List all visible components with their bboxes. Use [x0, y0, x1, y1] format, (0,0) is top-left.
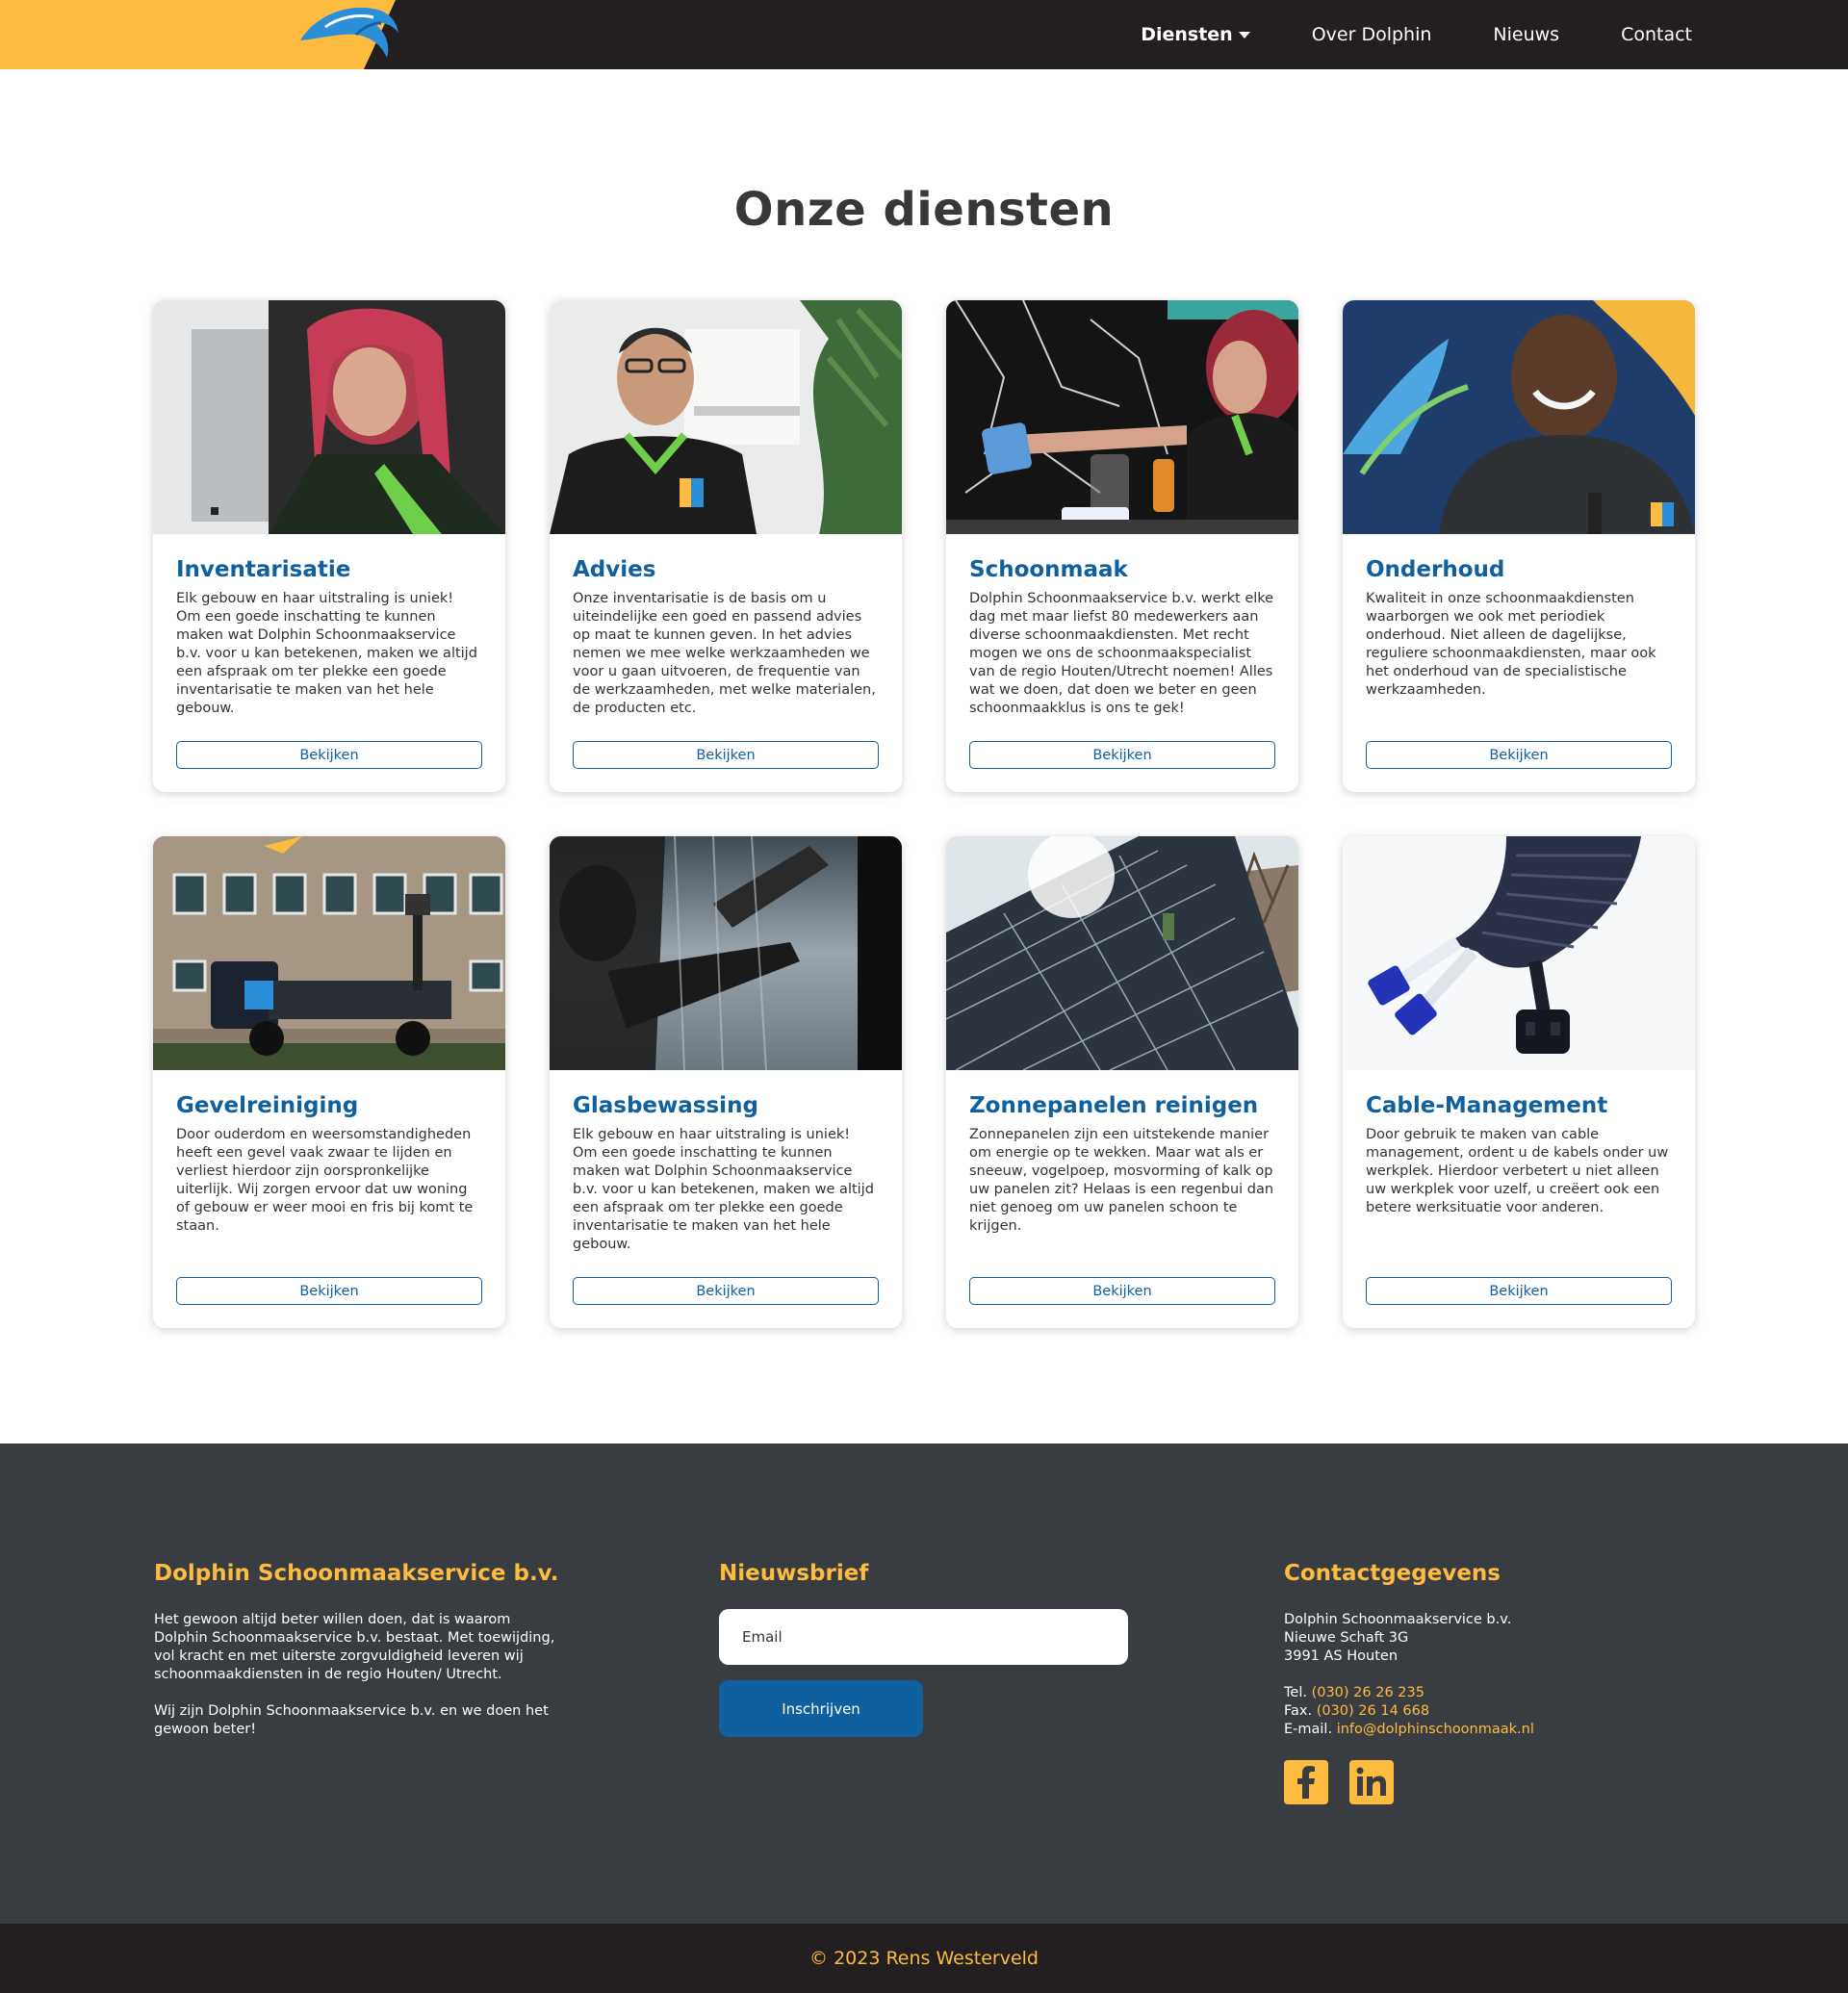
nav-item-over-dolphin[interactable]: Over Dolphin	[1281, 24, 1463, 45]
card-title: Advies	[573, 557, 656, 582]
contact-street: Nieuwe Schaft 3G	[1284, 1630, 1409, 1646]
card-title: Zonnepanelen reinigen	[969, 1093, 1259, 1118]
card-text: Elk gebouw en haar uitstraling is uniek!…	[573, 1127, 874, 1252]
social-links	[1284, 1760, 1669, 1804]
contact-title: Contactgegevens	[1284, 1561, 1501, 1586]
card-title: Glasbewassing	[573, 1093, 758, 1118]
nav-item-diensten[interactable]: Diensten	[1110, 24, 1281, 45]
email-label: E-mail.	[1284, 1722, 1333, 1737]
card-image-glasbewassing	[550, 836, 902, 1070]
footer-about: Dolphin Schoonmaakservice b.v. Het gewoo…	[154, 1561, 568, 1739]
nav-item-nieuws[interactable]: Nieuws	[1462, 24, 1590, 45]
footer: Dolphin Schoonmaakservice b.v. Het gewoo…	[0, 1444, 1848, 1924]
card-title: Onderhoud	[1366, 557, 1505, 582]
service-cards-grid: Inventarisatie Elk gebouw en haar uitstr…	[153, 300, 1695, 1328]
footer-about-tagline: Wij zijn Dolphin Schoonmaakservice b.v. …	[154, 1703, 549, 1737]
card-image-schoonmaak	[946, 300, 1298, 534]
nav-item-label: Diensten	[1141, 24, 1233, 45]
view-button-advies[interactable]: Bekijken	[573, 741, 879, 769]
card-text: Zonnepanelen zijn een uitstekende manier…	[969, 1127, 1274, 1234]
view-button-onderhoud[interactable]: Bekijken	[1366, 741, 1672, 769]
contact-company: Dolphin Schoonmaakservice b.v.	[1284, 1612, 1512, 1627]
service-card-inventarisatie: Inventarisatie Elk gebouw en haar uitstr…	[153, 300, 505, 792]
main-nav: Diensten Over Dolphin Nieuws Contact	[1110, 0, 1692, 69]
card-title: Schoonmaak	[969, 557, 1128, 582]
facebook-icon[interactable]	[1284, 1760, 1328, 1804]
card-text: Kwaliteit in onze schoonmaakdiensten waa…	[1366, 591, 1656, 698]
nav-item-contact[interactable]: Contact	[1590, 24, 1692, 45]
newsletter-title: Nieuwsbrief	[719, 1561, 869, 1586]
contact-fax-row: Fax. (030) 26 14 668	[1284, 1702, 1669, 1721]
card-image-onderhoud	[1343, 300, 1695, 534]
main-content: Onze diensten Inventarisatie Elk gebouw …	[0, 69, 1848, 1444]
card-text: Onze inventarisatie is de basis om u uit…	[573, 591, 876, 716]
service-card-gevelreiniging: Gevelreiniging Door ouderdom en weersoms…	[153, 836, 505, 1328]
card-title: Gevelreiniging	[176, 1093, 359, 1118]
navbar: Diensten Over Dolphin Nieuws Contact	[0, 0, 1848, 69]
card-image-advies	[550, 300, 902, 534]
footer-about-text: Het gewoon altijd beter willen doen, dat…	[154, 1612, 555, 1682]
view-button-zonnepanelen[interactable]: Bekijken	[969, 1277, 1275, 1305]
footer-contact: Contactgegevens Dolphin Schoonmaakservic…	[1284, 1561, 1669, 1804]
linkedin-icon[interactable]	[1349, 1760, 1394, 1804]
card-text: Door ouderdom en weersomstandigheden hee…	[176, 1127, 474, 1234]
view-button-inventarisatie[interactable]: Bekijken	[176, 741, 482, 769]
card-text: Elk gebouw en haar uitstraling is uniek!…	[176, 591, 477, 716]
copyright-text: © 2023 Rens Westerveld	[809, 1948, 1039, 1969]
page-title: Onze diensten	[733, 183, 1115, 237]
contact-phone-row: Tel. (030) 26 26 235	[1284, 1684, 1669, 1702]
card-title: Cable-Management	[1366, 1093, 1608, 1118]
caret-down-icon	[1238, 32, 1250, 38]
service-card-cable-management: Cable-Management Door gebruik te maken v…	[1343, 836, 1695, 1328]
fax-label: Fax.	[1284, 1703, 1313, 1719]
view-button-gevelreiniging[interactable]: Bekijken	[176, 1277, 482, 1305]
view-button-cable-management[interactable]: Bekijken	[1366, 1277, 1672, 1305]
footer-newsletter: Nieuwsbrief Inschrijven	[719, 1561, 1133, 1737]
card-image-gevelreiniging	[153, 836, 505, 1070]
service-card-zonnepanelen: Zonnepanelen reinigen Zonnepanelen zijn …	[946, 836, 1298, 1328]
view-button-schoonmaak[interactable]: Bekijken	[969, 741, 1275, 769]
contact-city: 3991 AS Houten	[1284, 1648, 1399, 1664]
subscribe-button[interactable]: Inschrijven	[719, 1680, 923, 1737]
card-text: Dolphin Schoonmaakservice b.v. werkt elk…	[969, 591, 1274, 716]
card-text: Door gebruik te maken van cable manageme…	[1366, 1127, 1669, 1215]
footer-about-title: Dolphin Schoonmaakservice b.v.	[154, 1561, 559, 1586]
service-card-glasbewassing: Glasbewassing Elk gebouw en haar uitstra…	[550, 836, 902, 1328]
service-card-advies: Advies Onze inventarisatie is de basis o…	[550, 300, 902, 792]
service-card-onderhoud: Onderhoud Kwaliteit in onze schoonmaakdi…	[1343, 300, 1695, 792]
phone-label: Tel.	[1284, 1685, 1307, 1700]
contact-email-row: E-mail. info@dolphinschoonmaak.nl	[1284, 1721, 1669, 1739]
dolphin-logo-icon[interactable]	[296, 0, 404, 64]
card-image-inventarisatie	[153, 300, 505, 534]
service-card-schoonmaak: Schoonmaak Dolphin Schoonmaakservice b.v…	[946, 300, 1298, 792]
copyright-bar: © 2023 Rens Westerveld	[0, 1924, 1848, 1993]
card-image-zonnepanelen	[946, 836, 1298, 1070]
newsletter-email-input[interactable]	[719, 1609, 1128, 1665]
phone-link[interactable]: (030) 26 26 235	[1312, 1685, 1424, 1700]
view-button-glasbewassing[interactable]: Bekijken	[573, 1277, 879, 1305]
fax-link[interactable]: (030) 26 14 668	[1317, 1703, 1429, 1719]
card-title: Inventarisatie	[176, 557, 351, 582]
email-link[interactable]: info@dolphinschoonmaak.nl	[1337, 1722, 1534, 1737]
card-image-cable-management	[1343, 836, 1695, 1070]
